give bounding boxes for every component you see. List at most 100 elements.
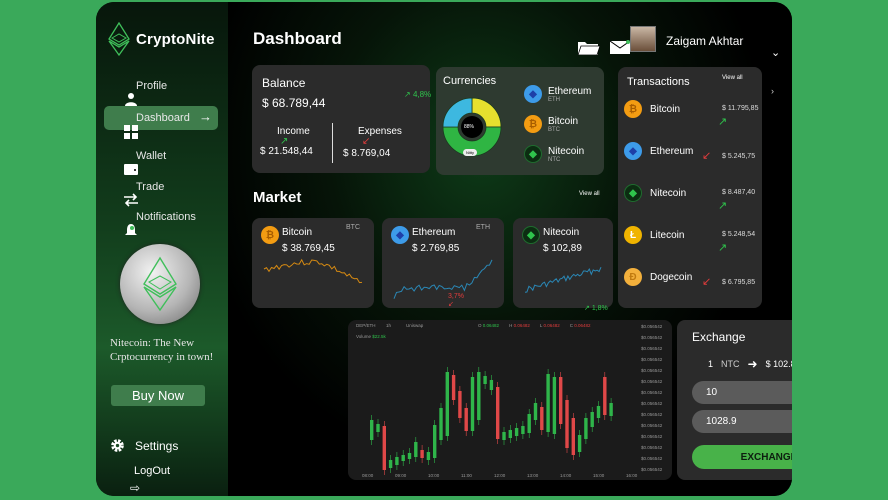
settings-link[interactable]: Settings (110, 438, 178, 453)
market-card[interactable]: ◆ Nitecoin $ 102,89 (513, 218, 613, 308)
sidebar-item-notifications[interactable]: Notifications (104, 209, 218, 235)
logout-icon[interactable]: ⇨ (130, 481, 140, 495)
down-arrow-icon: ↙ (702, 276, 712, 288)
candle (546, 374, 550, 432)
candle (489, 380, 494, 390)
candle (426, 452, 431, 460)
user-name[interactable]: Zaigam Akhtar (666, 34, 743, 48)
transaction-row[interactable]: ◆ Ethereum $ 5.245,75 ↙ (618, 139, 762, 175)
y-axis-label: $0.056542 (641, 412, 663, 417)
gear-icon (111, 439, 124, 452)
promo-text: Nitecoin: The New Crptocurrency in town! (110, 337, 214, 363)
candle (540, 407, 544, 430)
up-arrow-icon: ↗ (584, 305, 590, 312)
grid-icon (124, 125, 138, 139)
arrow-right-icon: ➜ (747, 357, 758, 371)
market-card[interactable]: ₿ Bitcoin $ 38.769,45 BTC (252, 218, 374, 308)
candle (477, 372, 481, 420)
candle (376, 424, 380, 432)
y-axis-label: $0.056542 (641, 357, 663, 362)
from-amount-input[interactable] (692, 381, 792, 404)
transaction-name: Litecoin (650, 229, 685, 241)
chevron-right-icon[interactable]: › (771, 86, 774, 96)
exchange-button[interactable]: EXCHANGE (692, 445, 792, 469)
sidebar-item-label: Trade (136, 181, 165, 193)
sidebar: CryptoNite Profile Dashboard → Wallet Tr… (96, 2, 228, 496)
y-axis-label: $0.056542 (641, 346, 663, 351)
sidebar-item-label: Notifications (136, 211, 196, 223)
candle (502, 432, 506, 440)
candle (414, 442, 418, 457)
x-axis-label: 15:00 (593, 473, 605, 478)
transaction-amount: $ 11.795,85 (722, 105, 759, 112)
candle (521, 426, 525, 434)
x-axis-label: 09:00 (395, 473, 407, 478)
sidebar-item-label: Dashboard (136, 112, 190, 124)
currency-item[interactable]: ₿ Bitcoin BTC (524, 115, 578, 133)
candle (496, 387, 500, 439)
trading-chart-card: DEP/ETH 1h Uniswap O 0.06482 H 0.06482 L 0… (348, 320, 672, 480)
sparkline-line (393, 259, 493, 299)
balance-change-value: 4,8% (412, 90, 432, 99)
avatar[interactable] (630, 26, 656, 52)
x-axis-label: 16:00 (626, 473, 638, 478)
ethereum-icon: ◆ (624, 142, 642, 160)
candle (382, 426, 386, 470)
y-axis-label: $0.056542 (641, 434, 663, 439)
folder-icon[interactable] (578, 40, 600, 55)
sidebar-item-profile[interactable]: Profile (104, 78, 218, 106)
transactions-view-all-link[interactable]: View all (722, 75, 743, 81)
nitecoin-icon: ◆ (624, 184, 642, 202)
mail-icon[interactable] (610, 40, 630, 54)
y-axis-label: $0.056542 (641, 324, 663, 329)
balance-card: Balance $ 68.789,44 Income ↗ $ 21.548,44… (252, 65, 430, 173)
transaction-row[interactable]: Ð Dogecoin $ 6.795,85 ↙ (618, 265, 762, 301)
to-amount-input[interactable] (692, 410, 792, 433)
y-axis-label: $0.056542 (641, 423, 663, 428)
market-card[interactable]: ◆ Ethereum $ 2.769,85 ETH (382, 218, 504, 308)
dogecoin-icon: Ð (624, 268, 642, 286)
candle (388, 460, 393, 468)
transaction-row[interactable]: ₿ Bitcoin $ 11.795,85 ↗ (618, 97, 762, 133)
currency-name: Ethereum (548, 85, 592, 97)
market-view-all-link[interactable]: View all (579, 191, 600, 197)
candle (565, 400, 569, 448)
bitcoin-change: 3,7% ↙ (448, 293, 464, 308)
y-axis-label: $0.056542 (641, 390, 663, 395)
currency-item[interactable]: ◆ Nitecoin NTC (524, 145, 584, 163)
chevron-down-icon[interactable]: ⌄ (771, 46, 780, 59)
y-axis-label: $0.056542 (641, 467, 663, 472)
user-icon (125, 93, 137, 106)
currency-item[interactable]: ◆ Ethereum ETH (524, 85, 591, 103)
candle (603, 377, 607, 415)
candle (571, 418, 575, 455)
sidebar-item-trade[interactable]: Trade (104, 179, 218, 207)
sparkline (263, 258, 363, 284)
candle (584, 418, 588, 439)
main-content: Dashboard Zaigam Akhtar ⌄ Balance $ 68.7… (228, 2, 792, 496)
x-axis-label: 08:00 (362, 473, 374, 478)
app-name: CryptoNite (136, 30, 215, 48)
candle (401, 455, 405, 461)
y-axis-label: $0.056542 (641, 379, 663, 384)
candle (609, 403, 613, 416)
logo[interactable]: CryptoNite (108, 22, 215, 56)
y-axis-label: $0.056542 (641, 456, 663, 461)
currency-ticker: BTC (548, 126, 560, 133)
candlestick-chart: $0.056542 $0.056542 $0.056542 $0.056542 $0.0… (362, 324, 663, 478)
sparkline (524, 266, 602, 293)
transaction-row[interactable]: Ł Litecoin $ 5.248,54 ↗ (618, 223, 762, 259)
logout-link[interactable]: LogOut (134, 465, 170, 477)
candle (577, 435, 582, 452)
sidebar-item-dashboard[interactable]: Dashboard → (104, 106, 218, 139)
candle (458, 391, 462, 418)
sidebar-item-wallet[interactable]: Wallet (104, 148, 218, 175)
transaction-row[interactable]: ◆ Nitecoin $ 8.487,40 ↗ (618, 181, 762, 217)
transaction-amount: $ 8.487,40 (722, 189, 756, 196)
nitecoin-logo-icon (108, 22, 130, 56)
transaction-amount: $ 6.795,85 (722, 279, 756, 286)
buy-now-button[interactable]: Buy Now (111, 385, 205, 406)
balance-change: ↗ 4,8% (404, 90, 431, 99)
expenses-value: $ 8.769,04 (343, 148, 391, 159)
divider (332, 123, 333, 163)
